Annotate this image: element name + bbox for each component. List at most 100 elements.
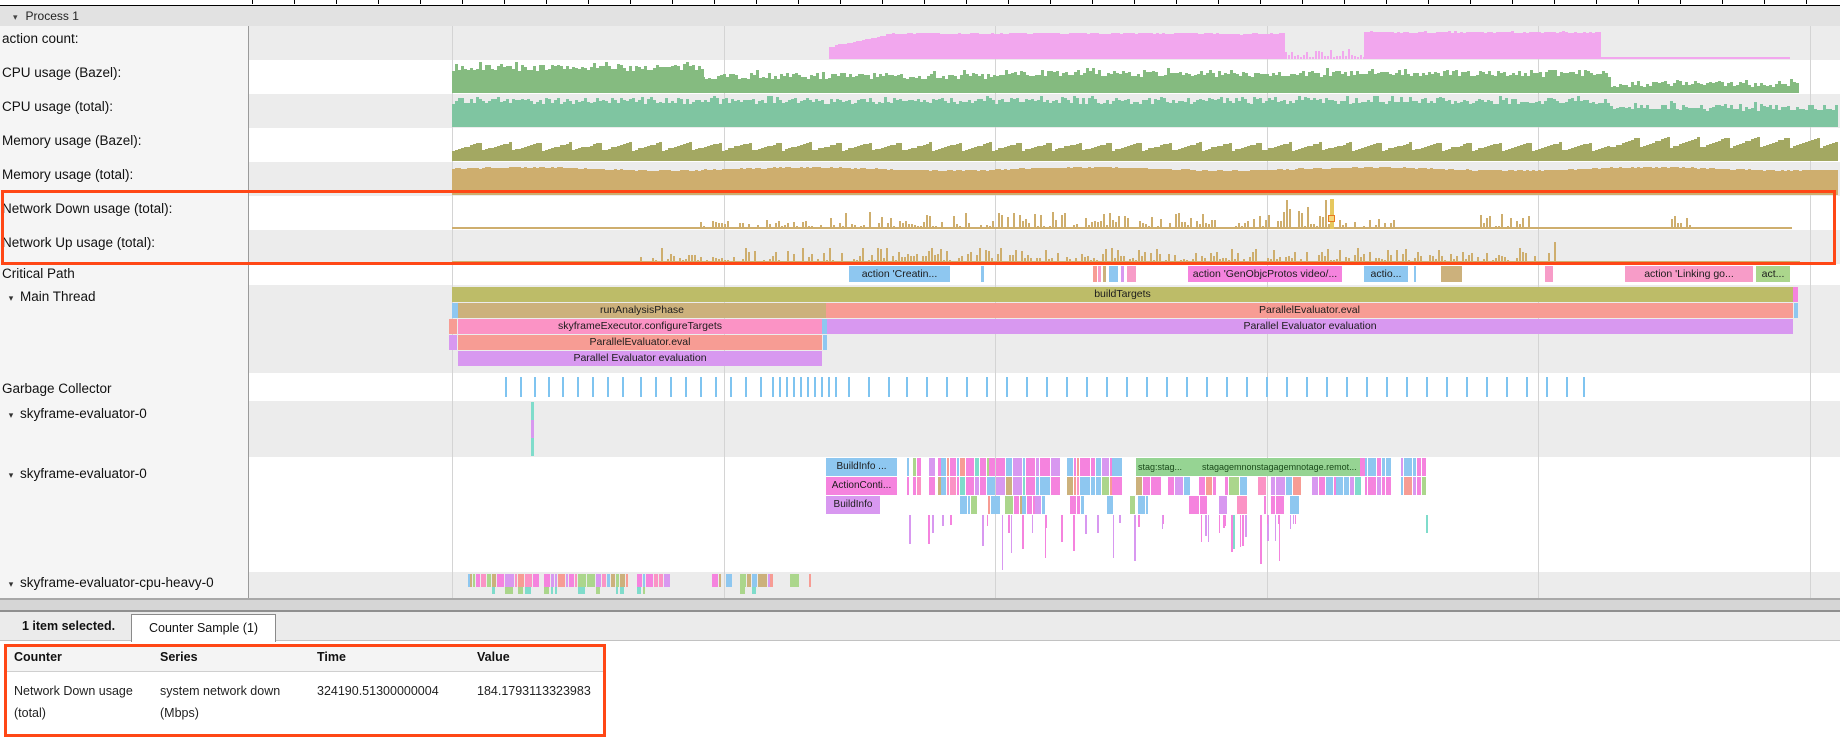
gc-event-slice[interactable] xyxy=(745,377,747,397)
evaluator-slice[interactable] xyxy=(664,574,670,587)
evaluator-subslice[interactable] xyxy=(492,587,495,594)
counter-bar[interactable] xyxy=(787,223,789,229)
counter-bar[interactable] xyxy=(1178,213,1180,229)
counter-bar[interactable] xyxy=(950,227,952,229)
counter-bar[interactable] xyxy=(1169,223,1171,229)
evaluator-slice[interactable] xyxy=(1051,458,1060,476)
evaluator-slice[interactable] xyxy=(515,574,517,587)
evaluator-slice[interactable] xyxy=(1110,458,1112,476)
gc-event-slice[interactable] xyxy=(685,377,687,397)
counter-bar[interactable] xyxy=(1156,249,1158,263)
counter-bar[interactable] xyxy=(988,251,990,263)
critical-path-slice[interactable] xyxy=(1121,266,1124,282)
evaluator-slice[interactable] xyxy=(1377,477,1381,495)
counter-bar[interactable] xyxy=(1291,258,1293,263)
counter-bar[interactable] xyxy=(956,224,958,229)
counter-bar[interactable] xyxy=(1022,221,1024,229)
counter-bar[interactable] xyxy=(784,225,786,229)
evaluator-slice[interactable] xyxy=(950,477,957,495)
counter-bar[interactable] xyxy=(917,226,919,229)
counter-bar[interactable] xyxy=(1264,261,1266,263)
counter-bar[interactable] xyxy=(703,226,705,229)
counter-bar[interactable] xyxy=(1265,220,1267,229)
counter-bar[interactable] xyxy=(778,221,780,229)
counter-bar[interactable] xyxy=(826,227,828,229)
counter-bar[interactable] xyxy=(943,260,945,263)
counter-bar[interactable] xyxy=(953,216,955,229)
counter-bar[interactable] xyxy=(893,226,895,229)
evaluator-slice[interactable] xyxy=(596,574,601,587)
counter-bar[interactable] xyxy=(931,248,933,263)
counter-bar[interactable] xyxy=(1046,227,1048,229)
evaluator-slice[interactable] xyxy=(1151,477,1161,495)
counter-bar[interactable] xyxy=(926,215,928,229)
critical-path-slice[interactable] xyxy=(981,266,984,282)
evaluator-slice[interactable] xyxy=(1112,477,1121,495)
counter-bar[interactable] xyxy=(1048,259,1050,263)
counter-bar[interactable] xyxy=(1345,56,1347,59)
counter-bar[interactable] xyxy=(1522,252,1524,263)
counter-bar[interactable] xyxy=(1671,219,1673,229)
counter-bar[interactable] xyxy=(1303,261,1305,263)
evaluator-slice[interactable] xyxy=(929,477,936,495)
collapse-triangle-icon[interactable]: ▾ xyxy=(2,410,20,421)
evaluator-slice[interactable] xyxy=(988,496,990,514)
counter-bar[interactable] xyxy=(1686,218,1688,229)
counter-bar[interactable] xyxy=(823,227,825,229)
evaluator-slice[interactable] xyxy=(913,477,916,495)
counter-bar[interactable] xyxy=(1015,250,1017,263)
evaluator-slice[interactable] xyxy=(968,496,971,514)
counter-bar[interactable] xyxy=(1079,227,1081,229)
counter-bar[interactable] xyxy=(967,254,969,263)
evaluator-slice[interactable] xyxy=(947,477,949,495)
counter-bar[interactable] xyxy=(1016,227,1018,229)
counter-bar[interactable] xyxy=(661,248,663,263)
counter-bar[interactable] xyxy=(1076,224,1078,229)
counter-bar[interactable] xyxy=(938,227,940,229)
counter-bar[interactable] xyxy=(1321,252,1323,263)
evaluator-slice[interactable] xyxy=(712,574,718,587)
counter-bar[interactable] xyxy=(1252,252,1254,263)
evaluator-slice[interactable] xyxy=(1219,496,1227,514)
counter-bar[interactable] xyxy=(1525,253,1527,263)
counter-bar[interactable] xyxy=(1190,218,1192,229)
evaluator-slice[interactable] xyxy=(575,574,578,587)
counter-bar[interactable] xyxy=(1127,218,1129,229)
counter-bar[interactable] xyxy=(751,227,753,229)
counter-bar[interactable] xyxy=(883,258,885,263)
evaluator-slice[interactable] xyxy=(1110,477,1112,495)
evaluator-slice[interactable] xyxy=(646,574,653,587)
counter-bar[interactable] xyxy=(778,260,780,263)
counter-bar[interactable] xyxy=(1447,261,1449,263)
counter-bar[interactable] xyxy=(1148,226,1150,229)
counter-bar[interactable] xyxy=(1151,217,1153,229)
gc-event-slice[interactable] xyxy=(577,377,579,397)
counter-bar[interactable] xyxy=(763,227,765,229)
counter-bar[interactable] xyxy=(727,221,729,229)
gc-event-slice[interactable] xyxy=(1526,377,1528,397)
counter-bar[interactable] xyxy=(862,248,864,263)
counter-bar[interactable] xyxy=(1220,227,1222,229)
counter-bar[interactable] xyxy=(1312,261,1314,263)
counter-bar[interactable] xyxy=(1229,227,1231,229)
counter-bar[interactable] xyxy=(1205,223,1207,229)
counter-bar[interactable] xyxy=(1282,261,1284,263)
counter-bar[interactable] xyxy=(1435,259,1437,263)
evaluator-slice[interactable] xyxy=(1102,477,1108,495)
counter-bar[interactable] xyxy=(946,251,948,263)
gc-event-slice[interactable] xyxy=(1026,377,1028,397)
counter-bar[interactable] xyxy=(1141,256,1143,263)
evaluator-slice[interactable] xyxy=(809,574,811,587)
evaluator-slice[interactable] xyxy=(971,496,976,514)
counter-bar[interactable] xyxy=(1069,259,1071,263)
evaluator-slice[interactable] xyxy=(569,574,574,587)
gc-event-slice[interactable] xyxy=(592,377,594,397)
counter-bar[interactable] xyxy=(1381,227,1383,229)
evaluator-slice[interactable] xyxy=(1013,477,1022,495)
counter-bar[interactable] xyxy=(982,261,984,263)
counter-bar[interactable] xyxy=(1007,217,1009,229)
counter-bar[interactable] xyxy=(902,223,904,229)
gc-event-slice[interactable] xyxy=(655,377,657,397)
evaluator-slice[interactable] xyxy=(1386,477,1391,495)
counter-bar[interactable] xyxy=(1028,223,1030,229)
